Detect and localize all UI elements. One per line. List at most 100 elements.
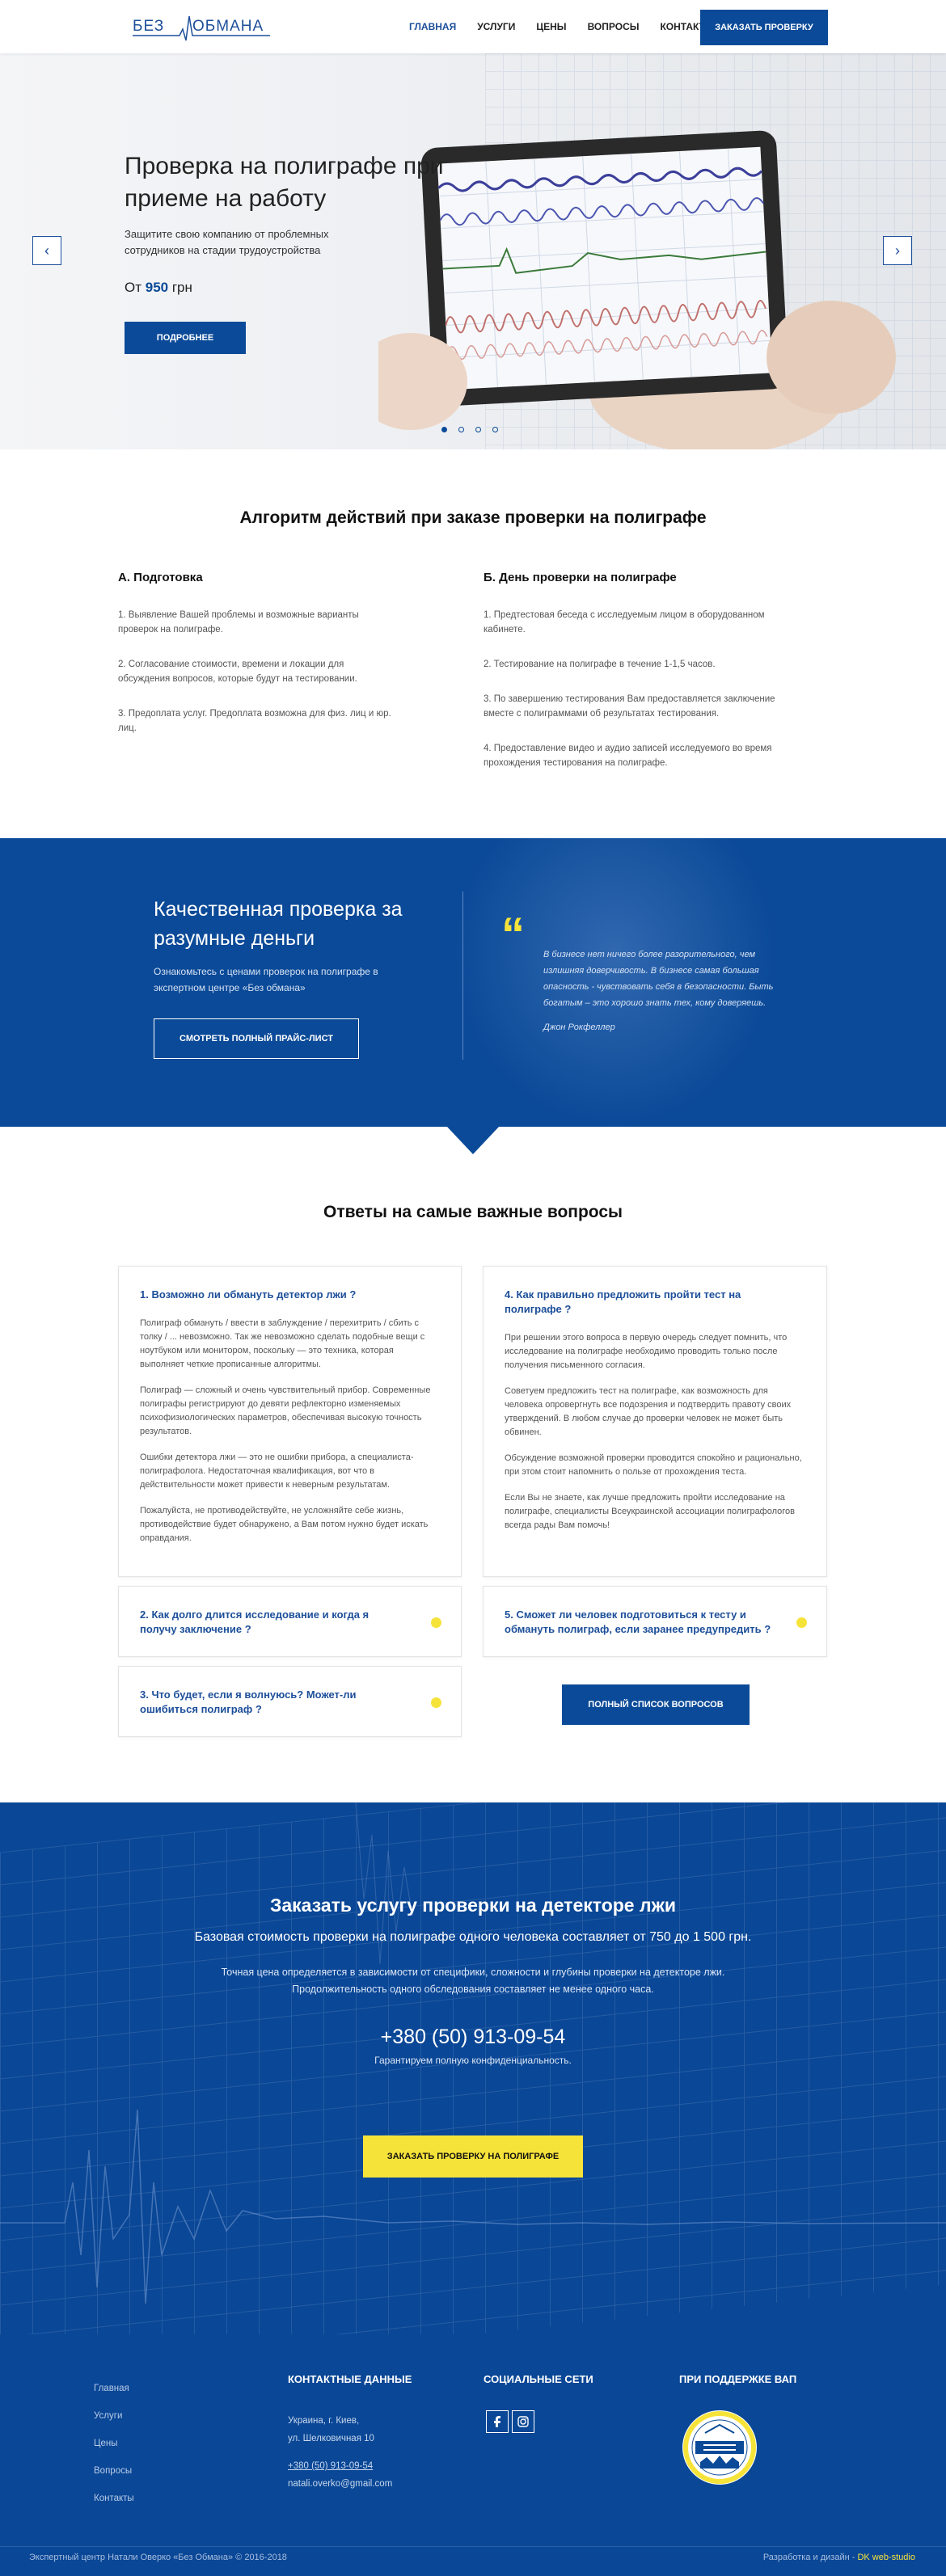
footer-nav-prices[interactable]: Цены <box>94 2430 134 2457</box>
faq-card-5[interactable]: 5. Сможет ли человек подготовиться к тес… <box>483 1586 827 1657</box>
logo-text-right: ОБМАНА <box>192 18 264 35</box>
order-details-line: Точная цена определяется в зависимости о… <box>221 1967 725 1978</box>
order-polygraph-button[interactable]: ЗАКАЗАТЬ ПРОВЕРКУ НА ПОЛИГРАФЕ <box>363 2135 583 2178</box>
order-details-line: Продолжительность одного обследования со… <box>292 1984 654 1995</box>
order-check-button[interactable]: ЗАКАЗАТЬ ПРОВЕРКУ <box>700 10 828 45</box>
footer-phone[interactable]: +380 (50) 913-09-54 <box>288 2457 392 2475</box>
footer-nav-questions[interactable]: Вопросы <box>94 2457 134 2485</box>
quality-description: Ознакомьтесь с ценами проверок на полигр… <box>154 966 378 993</box>
expand-icon[interactable] <box>796 1617 807 1628</box>
faq-question[interactable]: 1. Возможно ли обмануть детектор лжи ? <box>140 1288 431 1302</box>
developer-link[interactable]: DK web-studio <box>857 2553 915 2562</box>
slider-dot[interactable] <box>475 427 481 432</box>
faq-card-2[interactable]: 2. Как долго длится исследование и когда… <box>118 1586 462 1657</box>
site-footer: Главная Услуги Цены Вопросы Контакты КОН… <box>0 2334 946 2576</box>
faq-question[interactable]: 2. Как долго длится исследование и когда… <box>140 1608 407 1637</box>
price-suffix: грн <box>171 280 192 295</box>
faq-card-3[interactable]: 3. Что будет, если я волнуюсь? Может-ли … <box>118 1666 462 1737</box>
developer-prefix: Разработка и дизайн - <box>762 2553 855 2562</box>
order-guarantee: Гарантируем полную конфиденциальность. <box>374 2055 572 2066</box>
slider-prev-icon[interactable]: ‹ <box>32 236 61 265</box>
instagram-icon[interactable] <box>512 2410 534 2433</box>
faq-answer: При решении этого вопроса в первую очере… <box>505 1331 804 1545</box>
order-title: Заказать услугу проверки на детекторе лж… <box>269 1895 677 1916</box>
quality-title: Качественная проверка за разумные деньги <box>154 898 403 950</box>
hero-slider: Проверка на полиграфе при приеме на рабо… <box>0 53 946 449</box>
footer-copyright: Экспертный центр Натали Оверко «Без Обма… <box>29 2553 287 2562</box>
quality-banner: Качественная проверка за разумные деньги… <box>0 838 946 1127</box>
footer-nav-services[interactable]: Услуги <box>94 2402 134 2430</box>
faq-answer-paragraph: Полиграф обмануть / ввести в заблуждение… <box>140 1318 425 1369</box>
slider-dot[interactable] <box>458 427 464 432</box>
page: БЕЗ ОБМАНА ГЛАВНАЯ УСЛУГИ ЦЕНЫ ВОПРОСЫ К… <box>0 0 946 2576</box>
col-a-item: 1. Выявление Вашей проблемы и возможные … <box>118 610 359 635</box>
faq-card-4[interactable]: 4. Как правильно предложить пройти тест … <box>483 1266 827 1577</box>
slider-next-icon[interactable]: › <box>883 236 912 265</box>
footer-developer: Разработка и дизайн - DK web-studio <box>763 2553 915 2562</box>
footer-address-line: ул. Шелковичная 10 <box>288 2434 374 2443</box>
order-section: Заказать услугу проверки на детекторе лж… <box>0 1802 946 2334</box>
site-header: БЕЗ ОБМАНА ГЛАВНАЯ УСЛУГИ ЦЕНЫ ВОПРОСЫ К… <box>0 0 946 53</box>
hero-more-button[interactable]: ПОДРОБНЕЕ <box>125 322 246 354</box>
nav-home[interactable]: ГЛАВНАЯ <box>409 21 456 32</box>
col-b-item: 4. Предоставление видео и аудио записей … <box>484 744 772 768</box>
expand-icon[interactable] <box>431 1617 441 1628</box>
full-questions-button[interactable]: ПОЛНЫЙ СПИСОК ВОПРОСОВ <box>562 1684 750 1725</box>
polygraph-wave-decoration <box>0 1802 946 2304</box>
footer-address-line: Украина, г. Киев, <box>288 2416 360 2426</box>
nav-questions[interactable]: ВОПРОСЫ <box>588 21 640 32</box>
price-list-button[interactable]: СМОТРЕТЬ ПОЛНЫЙ ПРАЙС-ЛИСТ <box>154 1018 359 1059</box>
main-nav: ГЛАВНАЯ УСЛУГИ ЦЕНЫ ВОПРОСЫ КОНТАКТЫ <box>409 21 715 32</box>
faq-question[interactable]: 4. Как правильно предложить пройти тест … <box>505 1288 796 1317</box>
hero-subtitle: Защитите свою компанию от проблемных сот… <box>125 228 329 256</box>
order-base-price: Базовая стоимость проверки на полиграфе … <box>194 1930 752 1944</box>
col-a-item: 3. Предоплата услуг. Предоплата возможна… <box>118 709 391 733</box>
faq-answer-paragraph: Полиграф — сложный и очень чувствительны… <box>140 1385 431 1436</box>
nav-prices[interactable]: ЦЕНЫ <box>536 21 566 32</box>
slider-dot[interactable] <box>441 427 447 432</box>
logo-text-left: БЕЗ <box>133 18 165 35</box>
footer-nav-home[interactable]: Главная <box>94 2375 134 2402</box>
col-b-item: 1. Предтестовая беседа с исследуемым лиц… <box>484 610 765 635</box>
faq-question[interactable]: 3. Что будет, если я волнуюсь? Может-ли … <box>140 1688 382 1717</box>
hero-price: От 950 грн <box>125 280 192 296</box>
association-seal-logo <box>681 2409 758 2490</box>
slider-dots <box>441 427 498 432</box>
footer-contacts-title: КОНТАКТНЫЕ ДАННЫЕ <box>288 2373 412 2385</box>
nav-services[interactable]: УСЛУГИ <box>477 21 515 32</box>
faq-answer-paragraph: Если Вы не знаете, как лучше предложить … <box>505 1493 796 1530</box>
col-b-item: 3. По завершению тестирования Вам предос… <box>484 694 775 719</box>
footer-email[interactable]: natali.overko@gmail.com <box>288 2475 392 2493</box>
order-phone[interactable]: +380 (50) 913-09-54 <box>0 2026 946 2049</box>
algorithm-col-b: Б. День проверки на полиграфе 1. Предтес… <box>484 571 791 791</box>
footer-divider <box>0 2546 946 2547</box>
slider-dot[interactable] <box>492 427 498 432</box>
order-details: Точная цена определяется в зависимости о… <box>0 1964 946 1998</box>
faq-answer: Полиграф обмануть / ввести в заблуждение… <box>140 1317 439 1558</box>
algorithm-col-a: А. Подготовка 1. Выявление Вашей проблем… <box>118 571 393 756</box>
faq-answer-paragraph: Советуем предложить тест на полиграфе, к… <box>505 1386 792 1437</box>
algorithm-title: Алгоритм действий при заказе проверки на… <box>239 508 707 527</box>
faq-answer-paragraph: Пожалуйста, не противодействуйте, не усл… <box>140 1506 429 1543</box>
price-value: 950 <box>145 280 169 295</box>
quote-text: В бизнесе нет ничего более разорительног… <box>543 950 774 1008</box>
faq-title: Ответы на самые важные вопросы <box>323 1203 623 1221</box>
divider <box>462 892 463 1060</box>
faq-answer-paragraph: Обсуждение возможной проверки проводится… <box>505 1453 802 1477</box>
footer-nav-contacts[interactable]: Контакты <box>94 2485 134 2512</box>
facebook-icon[interactable] <box>486 2410 509 2433</box>
col-b-heading: Б. День проверки на полиграфе <box>484 571 677 584</box>
expand-icon[interactable] <box>431 1697 441 1708</box>
quote-author: Джон Рокфеллер <box>543 1022 615 1032</box>
faq-question[interactable]: 5. Сможет ли человек подготовиться к тес… <box>505 1608 779 1637</box>
faq-card-1[interactable]: 1. Возможно ли обмануть детектор лжи ? П… <box>118 1266 462 1577</box>
col-a-item: 2. Согласование стоимости, времени и лок… <box>118 660 357 684</box>
col-b-item: 2. Тестирование на полиграфе в течение 1… <box>484 660 716 669</box>
hero-title: Проверка на полиграфе при приеме на рабо… <box>125 153 444 212</box>
price-prefix: От <box>125 280 142 295</box>
logo[interactable]: БЕЗ ОБМАНА <box>133 11 270 44</box>
footer-nav: Главная Услуги Цены Вопросы Контакты <box>94 2375 134 2512</box>
section-notch <box>447 1127 499 1154</box>
footer-contacts: Украина, г. Киев, ул. Шелковичная 10 +38… <box>288 2412 392 2493</box>
faq-answer-paragraph: Ошибки детектора лжи — это не ошибки при… <box>140 1452 414 1490</box>
